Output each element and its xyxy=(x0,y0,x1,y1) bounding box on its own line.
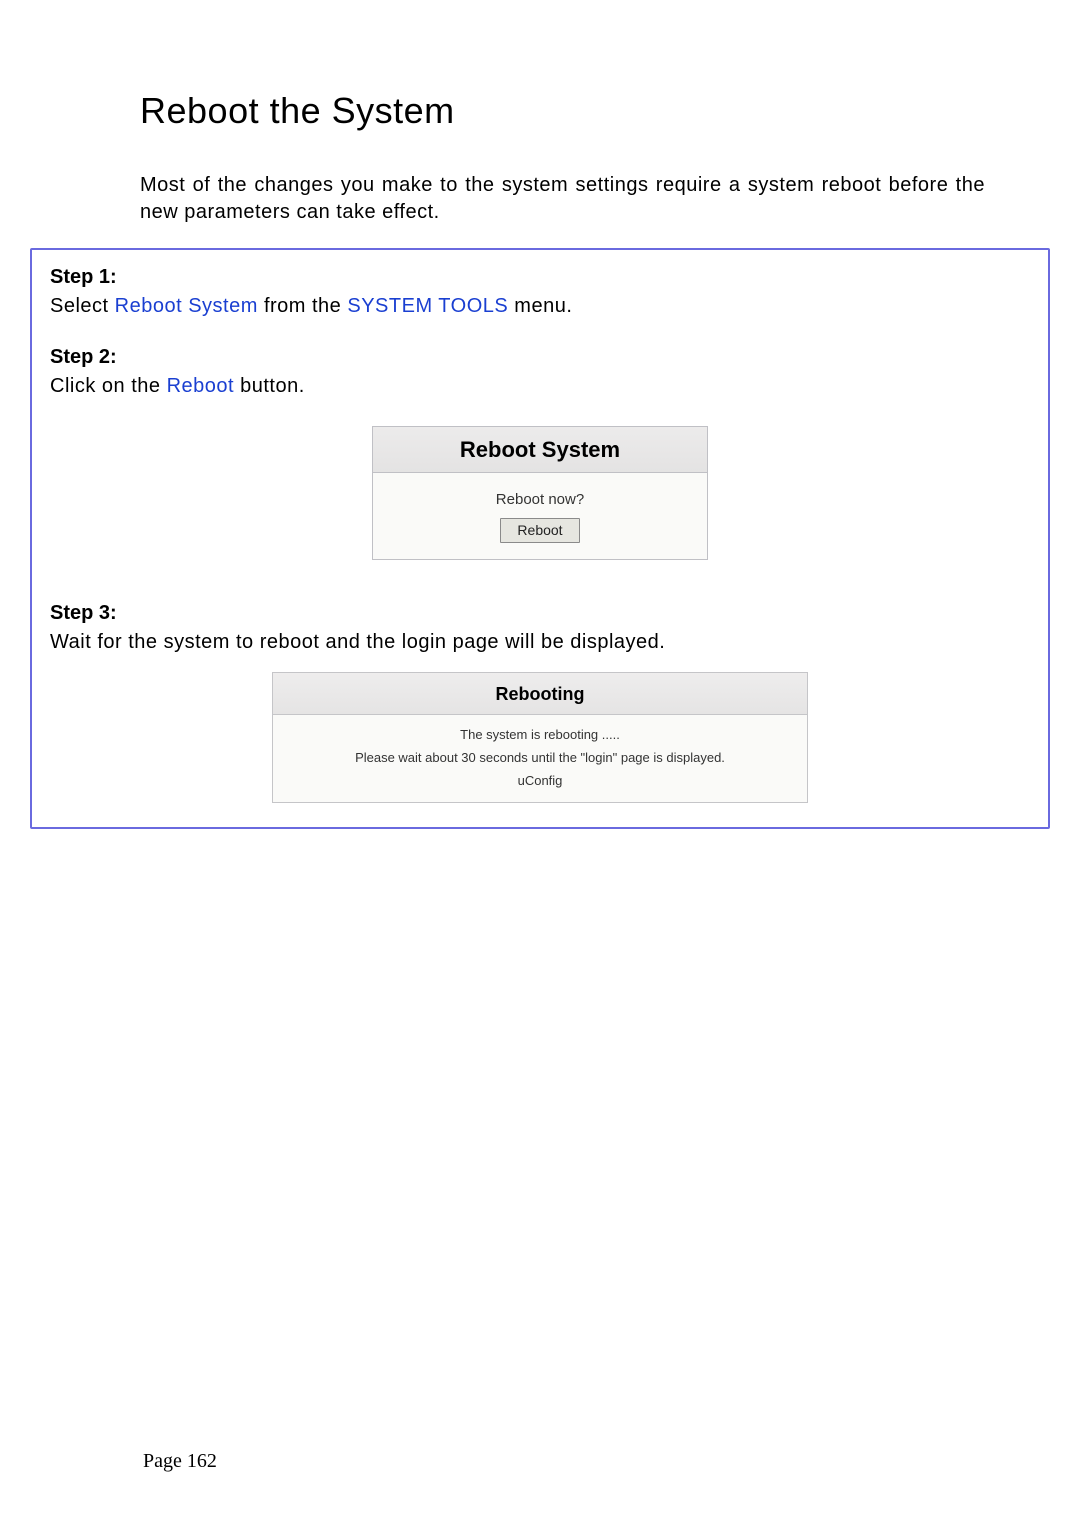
reboot-button[interactable]: Reboot xyxy=(500,518,579,543)
system-tools-link: SYSTEM TOOLS xyxy=(347,295,508,317)
reboot-system-panel-header: Reboot System xyxy=(373,427,707,473)
reboot-now-text: Reboot now? xyxy=(373,491,707,508)
reboot-system-link: Reboot System xyxy=(115,295,258,317)
rebooting-line-1: The system is rebooting ..... xyxy=(273,727,807,742)
step-1-label: Step 1: xyxy=(50,266,1030,289)
rebooting-panel: Rebooting The system is rebooting ..... … xyxy=(272,672,808,803)
step-2-post: button. xyxy=(234,375,305,397)
reboot-system-panel: Reboot System Reboot now? Reboot xyxy=(372,426,708,560)
rebooting-line-2: Please wait about 30 seconds until the "… xyxy=(273,750,807,765)
page-title: Reboot the System xyxy=(140,90,1015,132)
intro-text: Most of the changes you make to the syst… xyxy=(140,172,985,226)
steps-box: Step 1: Select Reboot System from the SY… xyxy=(30,248,1050,829)
step-2-label: Step 2: xyxy=(50,346,1030,369)
step-1-text: Select Reboot System from the SYSTEM TOO… xyxy=(50,295,1030,318)
reboot-link: Reboot xyxy=(167,375,235,397)
page-number: Page 162 xyxy=(143,1450,217,1473)
step-3-text: Wait for the system to reboot and the lo… xyxy=(50,631,1030,654)
rebooting-panel-header: Rebooting xyxy=(273,673,807,715)
step-2-pre: Click on the xyxy=(50,375,167,397)
step-2-text: Click on the Reboot button. xyxy=(50,375,1030,398)
step-3-label: Step 3: xyxy=(50,602,1030,625)
step-1-pre: Select xyxy=(50,295,115,317)
step-1-post: menu. xyxy=(508,295,572,317)
step-1-mid: from the xyxy=(258,295,347,317)
rebooting-line-3: uConfig xyxy=(273,773,807,788)
